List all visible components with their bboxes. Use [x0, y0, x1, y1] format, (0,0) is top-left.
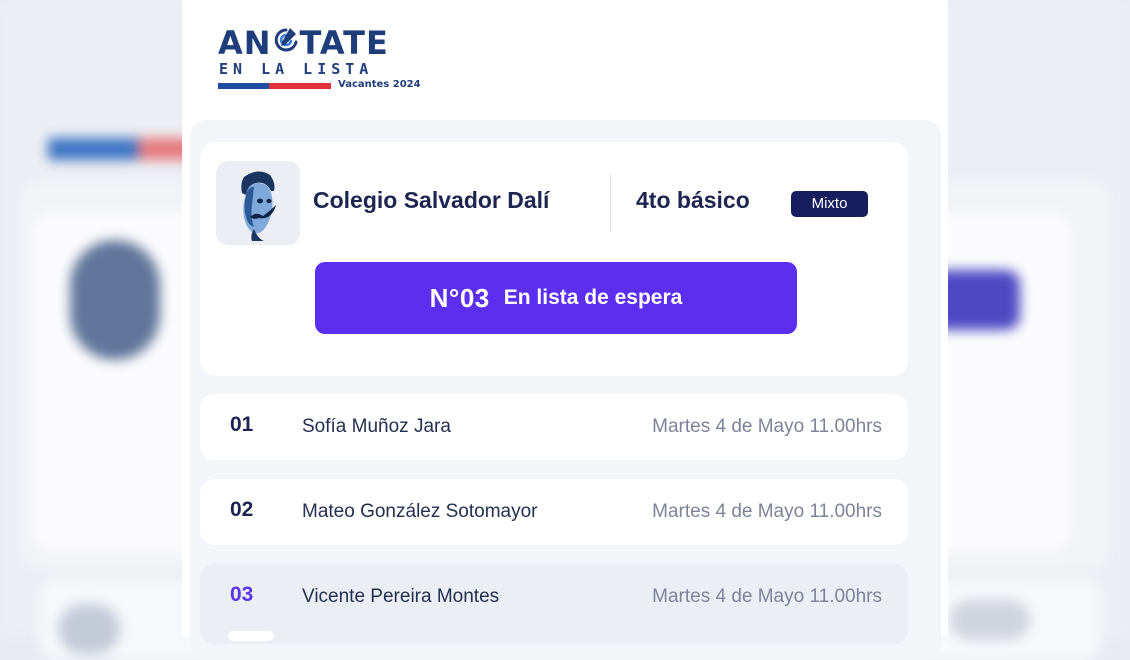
waitlist-status-button[interactable]: N°03 En lista de espera — [315, 262, 797, 334]
salvador-dali-portrait-icon — [241, 171, 276, 241]
app-logo[interactable]: AN TATE EN LA LISTA Vacantes 2024 — [218, 22, 438, 96]
queue-row[interactable]: 02 Mateo González Sotomayor Martes 4 de … — [200, 479, 908, 545]
queue-number: 03 — [230, 583, 254, 606]
logo-title-suffix: TATE — [299, 24, 389, 62]
waitlist-status-label: En lista de espera — [503, 286, 683, 309]
logo-flag-blue — [218, 83, 269, 89]
queue-number: 01 — [230, 413, 254, 436]
queue-name: Mateo González Sotomayor — [302, 501, 538, 522]
row-indicator — [228, 631, 274, 641]
school-avatar — [216, 161, 300, 245]
logo-title-prefix: AN — [218, 24, 272, 62]
card-divider — [610, 174, 611, 232]
queue-date: Martes 4 de Mayo 11.00hrs — [652, 501, 882, 522]
blurred-row-avatar — [58, 604, 120, 654]
queue-date: Martes 4 de Mayo 11.00hrs — [652, 416, 882, 437]
waitlist-position: N°03 — [429, 282, 490, 313]
queue-row[interactable]: 01 Sofía Muñoz Jara Martes 4 de Mayo 11.… — [200, 394, 908, 460]
queue-name: Sofía Muñoz Jara — [302, 416, 451, 437]
queue-date: Martes 4 de Mayo 11.00hrs — [652, 586, 882, 607]
school-card — [200, 142, 908, 376]
pencil-swirl-icon — [274, 28, 298, 52]
logo-flag-red — [269, 83, 331, 89]
school-grade: 4to básico — [636, 187, 750, 213]
logo-title: AN TATE — [218, 24, 389, 62]
school-name: Colegio Salvador Dalí — [313, 187, 550, 213]
logo-subtitle: EN LA LISTA — [219, 60, 374, 78]
app-screen: AN TATE EN LA LISTA Vacantes 2024 Colegi… — [182, 0, 948, 660]
queue-number: 02 — [230, 498, 254, 521]
queue-row-current[interactable]: 03 Vicente Pereira Montes Martes 4 de Ma… — [200, 564, 908, 644]
queue-name: Vicente Pereira Montes — [302, 586, 500, 607]
blurred-row-badge — [950, 600, 1030, 640]
blurred-avatar — [70, 240, 160, 360]
logo-tagline: Vacantes 2024 — [338, 79, 421, 90]
school-type-badge: Mixto — [791, 191, 868, 217]
